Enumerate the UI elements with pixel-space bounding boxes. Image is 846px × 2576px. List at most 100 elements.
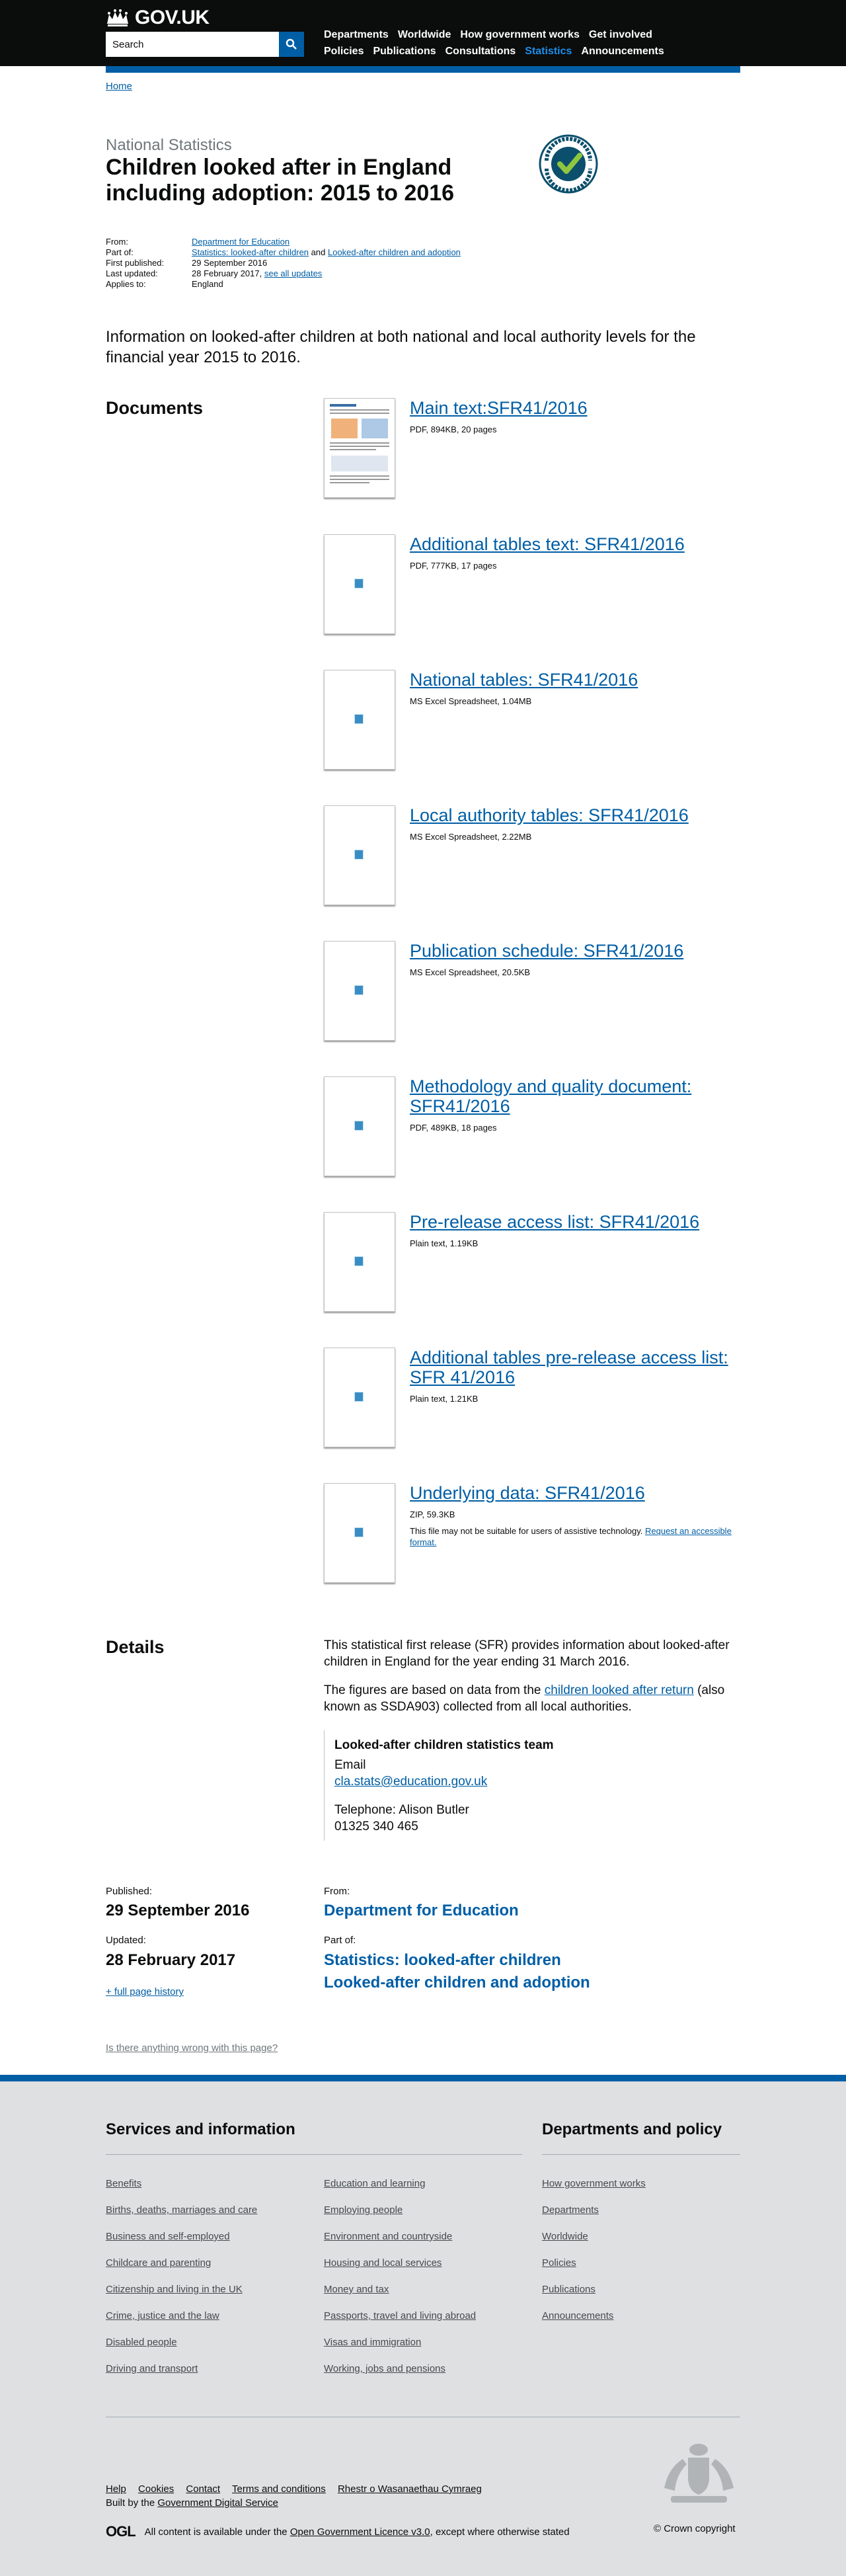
document-thumbnail[interactable] — [324, 941, 395, 1041]
contact-phone: 01325 340 465 — [334, 1820, 418, 1833]
footer-link[interactable]: How government works — [542, 2178, 646, 2204]
footer-link[interactable]: Environment and countryside — [324, 2231, 476, 2257]
document-link[interactable]: Local authority tables: SFR41/2016 — [410, 805, 740, 825]
footer-link[interactable]: Driving and transport — [106, 2363, 257, 2390]
nav-statistics[interactable]: Statistics — [525, 43, 572, 60]
footer-link[interactable]: Births, deaths, marriages and care — [106, 2204, 257, 2231]
footer-link[interactable]: Employing people — [324, 2204, 476, 2231]
contact-block: Looked-after children statistics team Em… — [324, 1730, 720, 1841]
document-thumbnail[interactable] — [324, 805, 395, 905]
document-item: Additional tables text: SFR41/2016 PDF, … — [324, 534, 747, 643]
partof-label: Part of: — [324, 1935, 356, 1946]
document-meta: PDF, 894KB, 20 pages — [410, 424, 497, 434]
footer-link[interactable]: Childcare and parenting — [106, 2257, 257, 2284]
document-item: Publication schedule: SFR41/2016 MS Exce… — [324, 941, 747, 1050]
footer-link[interactable]: Announcements — [542, 2310, 646, 2337]
footer-contact-link[interactable]: Contact — [186, 2483, 220, 2495]
nav-consultations[interactable]: Consultations — [445, 43, 516, 60]
licence-text-after: , except where otherwise stated — [430, 2526, 570, 2538]
file-icon — [354, 850, 364, 860]
details-paragraph: This statistical first release (SFR) pro… — [324, 1638, 730, 1669]
document-link[interactable]: Main text:SFR41/2016 — [410, 398, 740, 418]
breadcrumb-home[interactable]: Home — [106, 81, 132, 92]
document-link[interactable]: Publication schedule: SFR41/2016 — [410, 941, 740, 961]
nav-publications[interactable]: Publications — [373, 43, 436, 60]
nav-announcements[interactable]: Announcements — [581, 43, 664, 60]
footer-welsh-link[interactable]: Rhestr o Wasanaethau Cymraeg — [338, 2483, 482, 2495]
document-item: Main text:SFR41/2016 PDF, 894KB, 20 page… — [324, 398, 747, 507]
footer-link[interactable]: Visas and immigration — [324, 2337, 476, 2363]
department-link[interactable]: Department for Education — [324, 1902, 519, 1920]
footer-help-link[interactable]: Help — [106, 2483, 126, 2495]
last-updated-value: 28 February 2017, — [192, 268, 262, 278]
children-looked-after-return-link[interactable]: children looked after return — [545, 1683, 694, 1697]
document-link[interactable]: Additional tables text: SFR41/2016 — [410, 534, 740, 554]
footer-terms-link[interactable]: Terms and conditions — [232, 2483, 326, 2495]
footer-departments-col: How government works Departments Worldwi… — [542, 2178, 646, 2337]
contact-email-link[interactable]: cla.stats@education.gov.uk — [334, 1773, 720, 1790]
report-problem-link[interactable]: Is there anything wrong with this page? — [106, 2042, 278, 2054]
ogl-link[interactable]: Open Government Licence v3.0 — [290, 2526, 430, 2538]
crown-copyright-link[interactable]: © Crown copyright — [654, 2523, 736, 2534]
first-published-label: First published: — [106, 258, 165, 268]
nav-policies[interactable]: Policies — [324, 43, 364, 60]
footer-divider — [542, 2154, 740, 2155]
footer-link[interactable]: Working, jobs and pensions — [324, 2363, 476, 2390]
partof-link-adoption[interactable]: Looked-after children and adoption — [328, 247, 461, 257]
see-all-updates-link[interactable]: see all updates — [264, 268, 322, 278]
document-thumbnail[interactable] — [324, 1348, 395, 1447]
partof-link-statistics[interactable]: Statistics: looked-after children — [192, 247, 309, 257]
collection-link-adoption[interactable]: Looked-after children and adoption — [324, 1974, 590, 1992]
contact-phone-label: Telephone: Alison Butler — [334, 1803, 469, 1817]
document-item: Underlying data: SFR41/2016 ZIP, 59.3KB … — [324, 1483, 747, 1592]
document-item: Methodology and quality document: SFR41/… — [324, 1076, 747, 1186]
footer-link[interactable]: Policies — [542, 2257, 646, 2284]
document-thumbnail[interactable] — [324, 398, 395, 498]
page-context: National Statistics — [106, 136, 232, 154]
search-input[interactable] — [106, 32, 279, 57]
document-meta: MS Excel Spreadsheet, 1.04MB — [410, 696, 532, 706]
document-thumbnail[interactable] — [324, 1212, 395, 1312]
document-thumbnail[interactable] — [324, 1483, 395, 1583]
document-thumbnail[interactable] — [324, 1076, 395, 1176]
document-link[interactable]: Underlying data: SFR41/2016 — [410, 1483, 740, 1503]
footer-link[interactable]: Benefits — [106, 2178, 257, 2204]
document-link[interactable]: Additional tables pre-release access lis… — [410, 1348, 740, 1387]
footer-link[interactable]: Business and self-employed — [106, 2231, 257, 2257]
footer-link[interactable]: Disabled people — [106, 2337, 257, 2363]
search-button[interactable] — [279, 32, 304, 57]
footer-link[interactable]: Publications — [542, 2284, 646, 2310]
document-thumbnail[interactable] — [324, 534, 395, 634]
footer-link[interactable]: Money and tax — [324, 2284, 476, 2310]
footer-departments-heading: Departments and policy — [542, 2120, 722, 2138]
footer-link[interactable]: Housing and local services — [324, 2257, 476, 2284]
footer-link[interactable]: Passports, travel and living abroad — [324, 2310, 476, 2337]
document-meta: MS Excel Spreadsheet, 2.22MB — [410, 832, 532, 842]
govuk-logo[interactable]: GOV.UK — [106, 7, 210, 29]
pdf-preview-icon — [330, 404, 389, 483]
from-link[interactable]: Department for Education — [192, 237, 289, 247]
nav-get-involved[interactable]: Get involved — [589, 26, 652, 43]
nav-how-government-works[interactable]: How government works — [460, 26, 579, 43]
footer-link[interactable]: Worldwide — [542, 2231, 646, 2257]
footer-link[interactable]: Departments — [542, 2204, 646, 2231]
document-link[interactable]: National tables: SFR41/2016 — [410, 670, 740, 690]
gds-link[interactable]: Government Digital Service — [157, 2497, 278, 2509]
national-statistics-logo — [539, 134, 598, 194]
metadata: From: Department for Education Part of: St… — [106, 237, 461, 290]
footer-cookies-link[interactable]: Cookies — [138, 2483, 174, 2495]
footer-link[interactable]: Education and learning — [324, 2178, 476, 2204]
nav-departments[interactable]: Departments — [324, 26, 389, 43]
built-by-text: Built by the — [106, 2497, 155, 2509]
file-icon — [354, 1121, 364, 1131]
collection-link-statistics[interactable]: Statistics: looked-after children — [324, 1951, 561, 1970]
file-icon — [354, 1256, 364, 1266]
nav-worldwide[interactable]: Worldwide — [398, 26, 451, 43]
document-thumbnail[interactable] — [324, 670, 395, 770]
footer-link[interactable]: Citizenship and living in the UK — [106, 2284, 257, 2310]
published-date: 29 September 2016 — [106, 1902, 250, 1919]
document-link[interactable]: Methodology and quality document: SFR41/… — [410, 1076, 740, 1116]
footer-link[interactable]: Crime, justice and the law — [106, 2310, 257, 2337]
full-page-history-link[interactable]: + full page history — [106, 1986, 184, 1997]
document-link[interactable]: Pre-release access list: SFR41/2016 — [410, 1212, 740, 1232]
